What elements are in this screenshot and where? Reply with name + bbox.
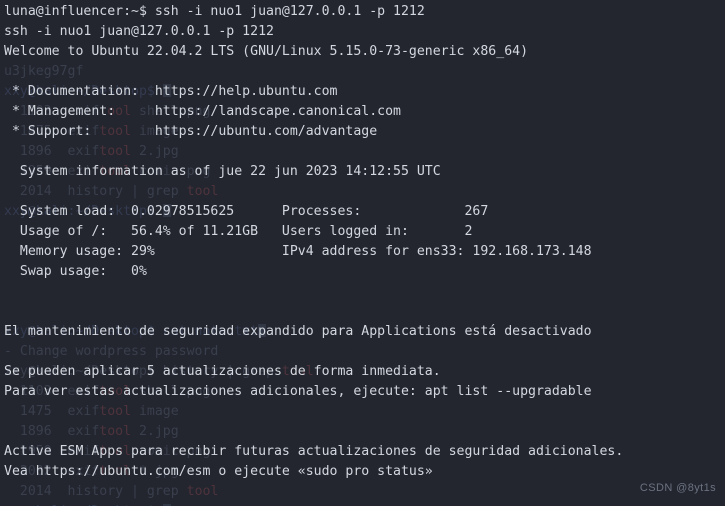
terminal-output[interactable]: luna@influencer:~$ ssh -i nuo1 juan@127.…: [0, 0, 725, 506]
terminal-line: Se pueden aplicar 5 actualizaciones de f…: [4, 364, 441, 379]
terminal-line: luna@influencer:~$ ssh -i nuo1 juan@127.…: [4, 4, 425, 19]
terminal-line: ssh -i nuo1 juan@127.0.0.1 -p 1212: [4, 24, 274, 39]
terminal-line: Para ver estas actualizaciones adicional…: [4, 384, 592, 399]
terminal-line: Welcome to Ubuntu 22.04.2 LTS (GNU/Linux…: [4, 44, 529, 59]
terminal-line: * Documentation: https://help.ubuntu.com: [4, 84, 338, 99]
csdn-watermark: CSDN @8yt1s: [639, 482, 716, 494]
terminal-line: Active ESM Apps para recibir futuras act…: [4, 444, 624, 459]
terminal-line: El mantenimiento de seguridad expandido …: [4, 324, 592, 339]
terminal-line: Memory usage: 29% IPv4 address for ens33…: [4, 244, 592, 259]
terminal-line: System information as of jue 22 jun 2023…: [4, 164, 441, 179]
terminal-window[interactable]: u3jkeg97gf xxy@kali:~/Desktop$ 1103 exift…: [0, 0, 725, 506]
terminal-line: System load: 0.02978515625 Processes: 26…: [4, 204, 489, 219]
terminal-line: Swap usage: 0%: [4, 264, 147, 279]
terminal-line: * Management: https://landscape.canonica…: [4, 104, 401, 119]
terminal-line: Usage of /: 56.4% of 11.21GB Users logge…: [4, 224, 473, 239]
terminal-line: Vea https://ubuntu.com/esm o ejecute «su…: [4, 464, 433, 479]
terminal-line: * Support: https://ubuntu.com/advantage: [4, 124, 378, 139]
